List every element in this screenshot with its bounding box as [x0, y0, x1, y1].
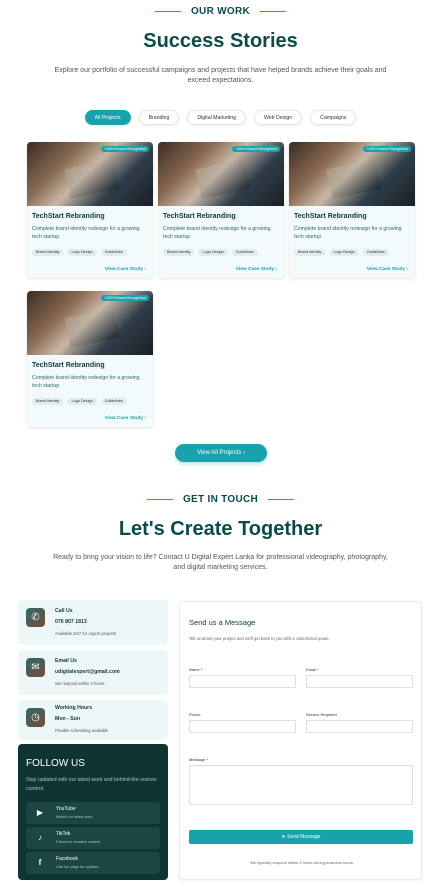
result-badge: +150% Brand Recognition: [363, 146, 411, 152]
facebook-link[interactable]: f Facebook Like our page for updates: [26, 852, 160, 874]
contact-lead: Ready to bring your vision to life? Cont…: [53, 554, 388, 571]
working-hours-card: ◷ Working Hours Mon - Sun Flexible sched…: [18, 700, 168, 740]
project-title: TechStart Rebranding: [32, 362, 105, 369]
message-textarea[interactable]: [189, 765, 413, 805]
project-card[interactable]: +150% Brand Recognition TechStart Rebran…: [158, 142, 284, 278]
name-label: Name *: [189, 667, 203, 672]
chip-guidelines: Guidelines: [100, 249, 127, 256]
social-name: TikTok: [56, 831, 71, 837]
response-note: We typically respond within 2 hours duri…: [250, 860, 353, 865]
chip-logo-design: Logo Design: [329, 249, 359, 256]
email-address[interactable]: udigitalexpert@gmail.com: [55, 669, 120, 675]
message-label: Message *: [189, 757, 208, 762]
info-title: Call Us: [55, 608, 73, 614]
follow-us-panel: FOLLOW US Stay updated with our latest w…: [18, 744, 168, 880]
filter-campaigns[interactable]: Campaigns: [310, 110, 357, 125]
project-card[interactable]: +150% Brand Recognition TechStart Rebran…: [27, 291, 153, 427]
chip-guidelines: Guidelines: [100, 398, 127, 405]
project-description: Complete brand identity redesign for a g…: [32, 375, 140, 389]
send-label: Send Message: [287, 834, 321, 840]
social-sub: Like our page for updates: [56, 865, 100, 869]
chip-guidelines: Guidelines: [231, 249, 258, 256]
chip-brand-identity: Brand Identity: [32, 398, 64, 405]
view-all-projects-button[interactable]: View All Projects ›: [175, 444, 267, 462]
project-image: +150% Brand Recognition: [27, 291, 153, 355]
social-name: Facebook: [56, 856, 78, 862]
phone-number[interactable]: 076 807 1813: [55, 619, 87, 625]
tiktok-link[interactable]: ♪ TikTok Follow for creative content: [26, 827, 160, 849]
chip-logo-design: Logo Design: [67, 398, 97, 405]
social-name: YouTube: [56, 806, 76, 812]
filter-branding[interactable]: Branding: [138, 110, 180, 125]
chip-brand-identity: Brand Identity: [163, 249, 195, 256]
filter-all-projects[interactable]: All Projects: [84, 110, 131, 125]
lets-create-title: Let's Create Together: [118, 518, 323, 540]
info-sub: Flexible scheduling available: [55, 728, 109, 733]
project-title: TechStart Rebranding: [32, 213, 105, 220]
view-case-study-link[interactable]: View Case Study ›: [367, 267, 408, 272]
view-case-study-link[interactable]: View Case Study ›: [105, 416, 146, 421]
chip-brand-identity: Brand Identity: [294, 249, 326, 256]
project-image: +150% Brand Recognition: [158, 142, 284, 206]
email-field[interactable]: [306, 675, 413, 688]
chip-guidelines: Guidelines: [362, 249, 389, 256]
project-description: Complete brand identity redesign for a g…: [163, 226, 271, 240]
info-sub: We respond within 2 hours: [55, 681, 105, 686]
view-case-study-link[interactable]: View Case Study ›: [105, 267, 146, 272]
result-badge: +150% Brand Recognition: [101, 146, 149, 152]
hours-value: Mon - Sun: [55, 716, 81, 722]
tiktok-icon: ♪: [38, 833, 42, 842]
social-sub: Watch our latest work: [56, 815, 93, 819]
chip-logo-design: Logo Design: [67, 249, 97, 256]
chip-logo-design: Logo Design: [198, 249, 228, 256]
info-title: Working Hours: [55, 705, 93, 711]
service-label: Service Required: [306, 712, 337, 717]
clock-icon: ◷: [26, 708, 45, 727]
our-work-eyebrow: OUR WORK: [0, 6, 441, 17]
result-badge: +150% Brand Recognition: [101, 295, 149, 301]
project-card[interactable]: +150% Brand Recognition TechStart Rebran…: [289, 142, 415, 278]
phone-label: Phone: [189, 712, 201, 717]
project-image: +150% Brand Recognition: [27, 142, 153, 206]
project-title: TechStart Rebranding: [294, 213, 367, 220]
info-sub: Available 24/7 for urgent projects: [55, 631, 117, 636]
send-message-button[interactable]: ➤ Send Message: [189, 830, 413, 844]
service-select[interactable]: [306, 720, 413, 733]
email-label: Email *: [306, 667, 319, 672]
info-title: Email Us: [55, 658, 77, 664]
work-lead: Explore our portfolio of successful camp…: [54, 67, 387, 84]
result-badge: +150% Brand Recognition: [232, 146, 280, 152]
mail-icon: ✉: [26, 658, 45, 677]
name-field[interactable]: [189, 675, 296, 688]
project-card[interactable]: +150% Brand Recognition TechStart Rebran…: [27, 142, 153, 278]
project-image: +150% Brand Recognition: [289, 142, 415, 206]
form-subtitle: Tell us about your project and we'll get…: [189, 636, 330, 641]
filter-digital-marketing[interactable]: Digital Marketing: [187, 110, 246, 125]
youtube-link[interactable]: ▶ YouTube Watch our latest work: [26, 802, 160, 824]
phone-field[interactable]: [189, 720, 296, 733]
view-case-study-link[interactable]: View Case Study ›: [236, 267, 277, 272]
project-description: Complete brand identity redesign for a g…: [294, 226, 402, 240]
youtube-icon: ▶: [36, 808, 44, 817]
contact-form: Send us a Message Tell us about your pro…: [179, 601, 422, 880]
follow-us-title: FOLLOW US: [26, 758, 85, 769]
call-us-card: ✆ Call Us 076 807 1813 Available 24/7 fo…: [18, 600, 168, 645]
social-sub: Follow for creative content: [56, 840, 101, 844]
chip-brand-identity: Brand Identity: [32, 249, 64, 256]
phone-icon: ✆: [26, 608, 45, 627]
filter-web-design[interactable]: Web Design: [253, 110, 303, 125]
email-us-card: ✉ Email Us udigitalexpert@gmail.com We r…: [18, 650, 168, 695]
filter-bar: All Projects Branding Digital Marketing …: [0, 110, 441, 125]
success-stories-title: Success Stories: [143, 30, 298, 52]
follow-us-desc: Stay updated with our latest work and be…: [26, 777, 157, 792]
facebook-icon: f: [38, 858, 42, 867]
project-title: TechStart Rebranding: [163, 213, 236, 220]
project-description: Complete brand identity redesign for a g…: [32, 226, 140, 240]
form-title: Send us a Message: [189, 618, 256, 627]
get-in-touch-eyebrow: GET IN TOUCH: [0, 494, 441, 505]
